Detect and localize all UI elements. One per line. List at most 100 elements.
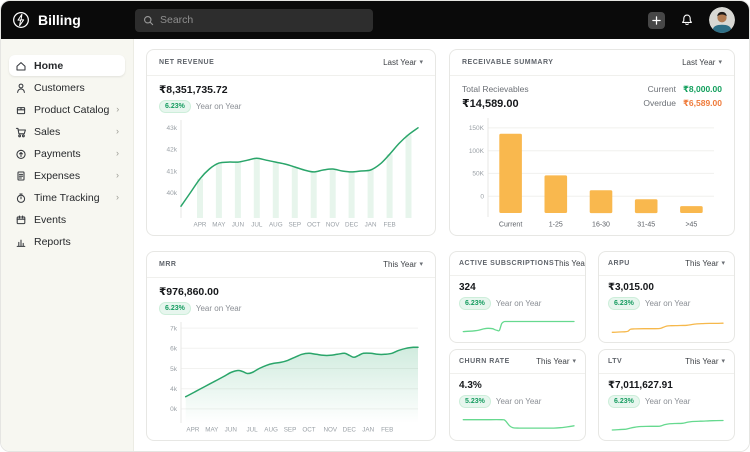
notifications-button[interactable] — [680, 13, 694, 27]
svg-text:31-45: 31-45 — [637, 222, 655, 229]
svg-text:>45: >45 — [685, 222, 697, 229]
topbar-actions — [648, 7, 735, 33]
home-icon — [15, 60, 27, 72]
svg-text:JUL: JUL — [251, 222, 263, 229]
period-dropdown[interactable]: Last Year ▾ — [682, 58, 722, 67]
sidebar-item-product-catalog[interactable]: Product Catalog› — [9, 99, 125, 120]
receivables-totals: Total Recievables ₹14,589.00 Current ₹8,… — [462, 84, 722, 110]
customers-icon — [15, 82, 27, 94]
net-revenue-value: ₹8,351,735.72 — [159, 84, 423, 96]
svg-text:JAN: JAN — [362, 427, 374, 434]
period-dropdown[interactable]: This Year ▾ — [536, 357, 576, 366]
overdue-value: ₹6,589.00 — [683, 98, 722, 109]
svg-text:0k: 0k — [170, 406, 178, 413]
svg-text:OCT: OCT — [307, 222, 320, 229]
events-icon — [15, 214, 27, 226]
sidebar-item-customers[interactable]: Customers — [9, 77, 125, 98]
growth-badge: 6.23% — [459, 297, 491, 310]
active-subscriptions-value: 324 — [459, 282, 576, 294]
growth-badge: 6.23% — [608, 395, 640, 408]
svg-text:0: 0 — [480, 194, 484, 201]
sidebar-item-home[interactable]: Home — [9, 55, 125, 76]
time-icon — [15, 192, 27, 204]
card-title: LTV — [608, 358, 622, 365]
period-dropdown[interactable]: This Year ▾ — [554, 259, 586, 268]
net-revenue-card: NET REVENUE Last Year ▾ ₹8,351,735.72 6.… — [146, 49, 436, 236]
chevron-right-icon: › — [116, 193, 119, 202]
svg-text:NOV: NOV — [326, 222, 340, 229]
churn-rate-value: 4.3% — [459, 380, 576, 392]
ltv-body: ₹7,011,627.91 6.23% Year on Year — [599, 374, 734, 440]
svg-text:4k: 4k — [170, 386, 178, 393]
sidebar-item-expenses[interactable]: Expenses› — [9, 165, 125, 186]
user-avatar[interactable] — [709, 7, 735, 33]
period-dropdown[interactable]: This Year ▾ — [383, 260, 423, 269]
kpi-grid: ACTIVE SUBSCRIPTIONS This Year ▾ 324 6.2… — [449, 251, 735, 441]
svg-text:SEP: SEP — [288, 222, 301, 229]
caret-down-icon: ▾ — [572, 358, 576, 365]
mrr-body: ₹976,860.00 6.23% Year on Year 7k6k5k4k0… — [147, 278, 435, 440]
receivables-breakdown: Current ₹8,000.00 Overdue ₹6,589.00 — [643, 84, 722, 109]
arpu-meta: 6.23% Year on Year — [608, 297, 725, 310]
sidebar-item-events[interactable]: Events — [9, 209, 125, 230]
ltv-value: ₹7,011,627.91 — [608, 380, 725, 392]
svg-text:100K: 100K — [469, 148, 485, 155]
churn-rate-sparkline — [459, 412, 576, 435]
sidebar-item-time-tracking[interactable]: Time Tracking › — [9, 187, 125, 208]
svg-text:DEC: DEC — [343, 427, 357, 434]
search-input[interactable]: Search — [135, 9, 373, 32]
topbar: Billing Search — [1, 1, 749, 39]
svg-text:FEB: FEB — [381, 427, 393, 434]
active-subscriptions-sparkline — [459, 314, 576, 337]
period-dropdown[interactable]: Last Year ▾ — [383, 58, 423, 67]
add-new-button[interactable] — [648, 12, 665, 29]
period-label: This Year — [554, 259, 586, 268]
ltv-header: LTV This Year ▾ — [599, 350, 734, 374]
badge-caption: Year on Year — [196, 102, 242, 111]
caret-down-icon: ▾ — [419, 261, 423, 268]
svg-text:5k: 5k — [170, 366, 178, 373]
caret-down-icon: ▾ — [419, 59, 423, 66]
app-window: Billing Search — [0, 0, 750, 452]
period-label: Last Year — [682, 58, 715, 67]
current-row: Current ₹8,000.00 — [643, 84, 722, 95]
sidebar-item-label: Sales — [34, 126, 60, 138]
receivable-summary-body: Total Recievables ₹14,589.00 Current ₹8,… — [450, 76, 734, 235]
sidebar-item-label: Product Catalog — [34, 104, 109, 116]
sidebar-item-sales[interactable]: Sales› — [9, 121, 125, 142]
overdue-label: Overdue — [643, 98, 676, 108]
sidebar-item-label: Events — [34, 214, 66, 226]
svg-text:APR: APR — [186, 427, 199, 434]
arpu-body: ₹3,015.00 6.23% Year on Year — [599, 276, 734, 342]
churn-rate-body: 4.3% 5.23% Year on Year — [450, 374, 585, 440]
svg-text:AUG: AUG — [264, 427, 278, 434]
svg-text:FEB: FEB — [383, 222, 395, 229]
svg-text:JUL: JUL — [246, 427, 258, 434]
sidebar-item-payments[interactable]: Payments› — [9, 143, 125, 164]
active-subscriptions-card: ACTIVE SUBSCRIPTIONS This Year ▾ 324 6.2… — [449, 251, 586, 343]
svg-text:JUN: JUN — [232, 222, 245, 229]
receivable-summary-card: RECEIVABLE SUMMARY Last Year ▾ Total Rec… — [449, 49, 735, 236]
svg-text:41k: 41k — [167, 168, 178, 175]
period-label: Last Year — [383, 58, 416, 67]
period-dropdown[interactable]: This Year ▾ — [685, 357, 725, 366]
svg-text:50K: 50K — [472, 171, 484, 178]
brand: Billing — [11, 10, 135, 30]
svg-text:DEC: DEC — [345, 222, 359, 229]
svg-text:6k: 6k — [170, 346, 178, 353]
sidebar-item-label: Time Tracking — [34, 192, 100, 204]
card-title: MRR — [159, 261, 176, 268]
badge-caption: Year on Year — [496, 397, 542, 406]
sidebar-item-label: Reports — [34, 236, 71, 248]
period-dropdown[interactable]: This Year ▾ — [685, 259, 725, 268]
sidebar-item-reports[interactable]: Reports — [9, 231, 125, 252]
reports-icon — [15, 236, 27, 248]
svg-text:150K: 150K — [469, 125, 485, 132]
period-label: This Year — [685, 259, 718, 268]
billing-logo-icon — [11, 10, 31, 30]
caret-down-icon: ▾ — [718, 59, 722, 66]
churn-rate-header: CHURN RATE This Year ▾ — [450, 350, 585, 374]
card-title: RECEIVABLE SUMMARY — [462, 59, 553, 66]
svg-text:AUG: AUG — [269, 222, 283, 229]
arpu-header: ARPU This Year ▾ — [599, 252, 734, 276]
